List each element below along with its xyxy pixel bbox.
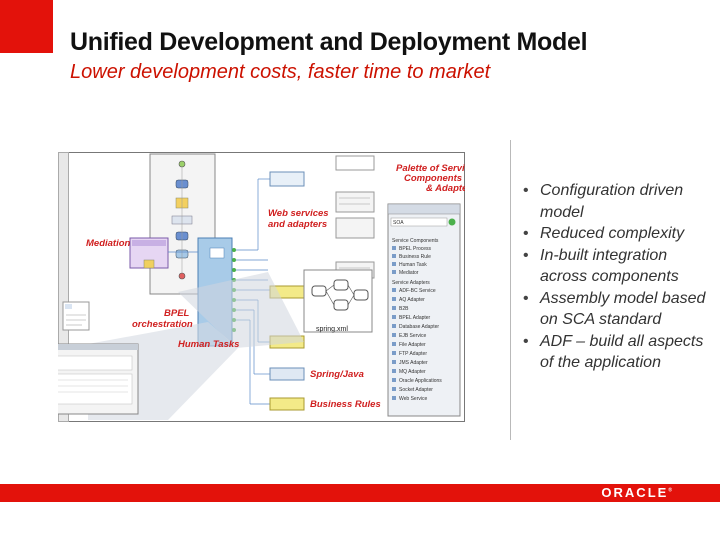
spring-java-callout: Spring/Java <box>310 369 364 380</box>
palette-item-icon <box>392 369 396 373</box>
palette-item[interactable]: Mediator <box>399 270 419 276</box>
palette-item-icon <box>392 297 396 301</box>
palette-item[interactable]: Web Service <box>399 396 427 402</box>
red-accent-block <box>0 0 53 53</box>
palette-item-icon <box>392 396 396 400</box>
palette-item-icon <box>392 351 396 355</box>
human-tasks-callout: Human Tasks <box>178 339 239 350</box>
bullet-item: Configuration driven model <box>520 180 715 223</box>
mediation-callout: Mediation <box>86 238 131 249</box>
palette-item-icon <box>392 324 396 328</box>
palette-item[interactable]: AQ Adapter <box>399 297 425 303</box>
palette-item[interactable]: Business Rule <box>399 254 431 260</box>
palette-item-icon <box>392 333 396 337</box>
oracle-logo: ORACLE® <box>601 485 672 500</box>
palette-item-icon <box>392 360 396 364</box>
palette-section-adapters: Service Adapters <box>392 280 430 286</box>
vertical-divider <box>510 140 511 440</box>
architecture-diagram: SOA Service Components BPEL Process Busin… <box>58 152 465 422</box>
palette-item[interactable]: BPEL Adapter <box>399 315 431 321</box>
palette-item[interactable]: Database Adapter <box>399 324 439 330</box>
web-services-callout-line2: and adapters <box>268 219 327 230</box>
bullet-item: Reduced complexity <box>520 223 715 245</box>
bullet-list: Configuration driven model Reduced compl… <box>520 180 715 374</box>
palette-item[interactable]: ADF-BC Service <box>399 288 436 294</box>
bpel-callout-line2: orchestration <box>132 319 193 330</box>
oracle-logo-text: ORACLE <box>601 485 669 500</box>
palette-item-icon <box>392 254 396 258</box>
palette-item-icon <box>392 262 396 266</box>
palette-item[interactable]: MQ Adapter <box>399 369 426 375</box>
spring-file-label: spring.xml <box>316 326 348 333</box>
palette-item[interactable]: JMS Adapter <box>399 360 428 366</box>
palette-item[interactable]: Oracle Applications <box>399 378 442 384</box>
spring-context-view: spring.xml <box>303 269 373 333</box>
footer-bar: ORACLE® <box>0 484 720 502</box>
palette-item[interactable]: B2B <box>399 306 409 312</box>
palette-item[interactable]: File Adapter <box>399 342 426 348</box>
business-rules-callout: Business Rules <box>310 399 381 410</box>
palette-section-components: Service Components <box>392 238 439 244</box>
palette-item[interactable]: FTP Adapter <box>399 351 427 357</box>
palette-item[interactable]: EJB Service <box>399 333 426 339</box>
mediation-component <box>129 237 169 269</box>
palette-callout-line3: & Adapters <box>426 183 465 194</box>
palette-panel: SOA Service Components BPEL Process Busin… <box>387 203 461 417</box>
slide-title: Unified Development and Deployment Model <box>70 28 588 56</box>
palette-item-icon <box>392 288 396 292</box>
bullet-item: In-built integration across components <box>520 245 715 288</box>
web-services-callout-line1: Web services <box>268 208 329 219</box>
palette-item-icon <box>392 306 396 310</box>
palette-item-icon <box>392 270 396 274</box>
bpel-callout-line1: BPEL <box>164 308 190 319</box>
external-service-box <box>62 301 90 331</box>
palette-item-icon <box>392 387 396 391</box>
bullet-item: Assembly model based on SCA standard <box>520 288 715 331</box>
slide-subtitle: Lower development costs, faster time to … <box>70 61 491 83</box>
palette-dropdown: SOA <box>393 220 404 226</box>
palette-item[interactable]: Human Task <box>399 262 427 268</box>
palette-item-icon <box>392 378 396 382</box>
palette-item-icon <box>392 342 396 346</box>
palette-item-icon <box>392 246 396 250</box>
palette-item-icon <box>392 315 396 319</box>
oracle-logo-mark: ® <box>668 487 672 494</box>
human-task-screenshot <box>58 343 139 415</box>
palette-item[interactable]: BPEL Process <box>399 246 432 252</box>
bullet-item: ADF – build all aspects of the applicati… <box>520 331 715 374</box>
palette-item[interactable]: Socket Adapter <box>399 387 433 393</box>
